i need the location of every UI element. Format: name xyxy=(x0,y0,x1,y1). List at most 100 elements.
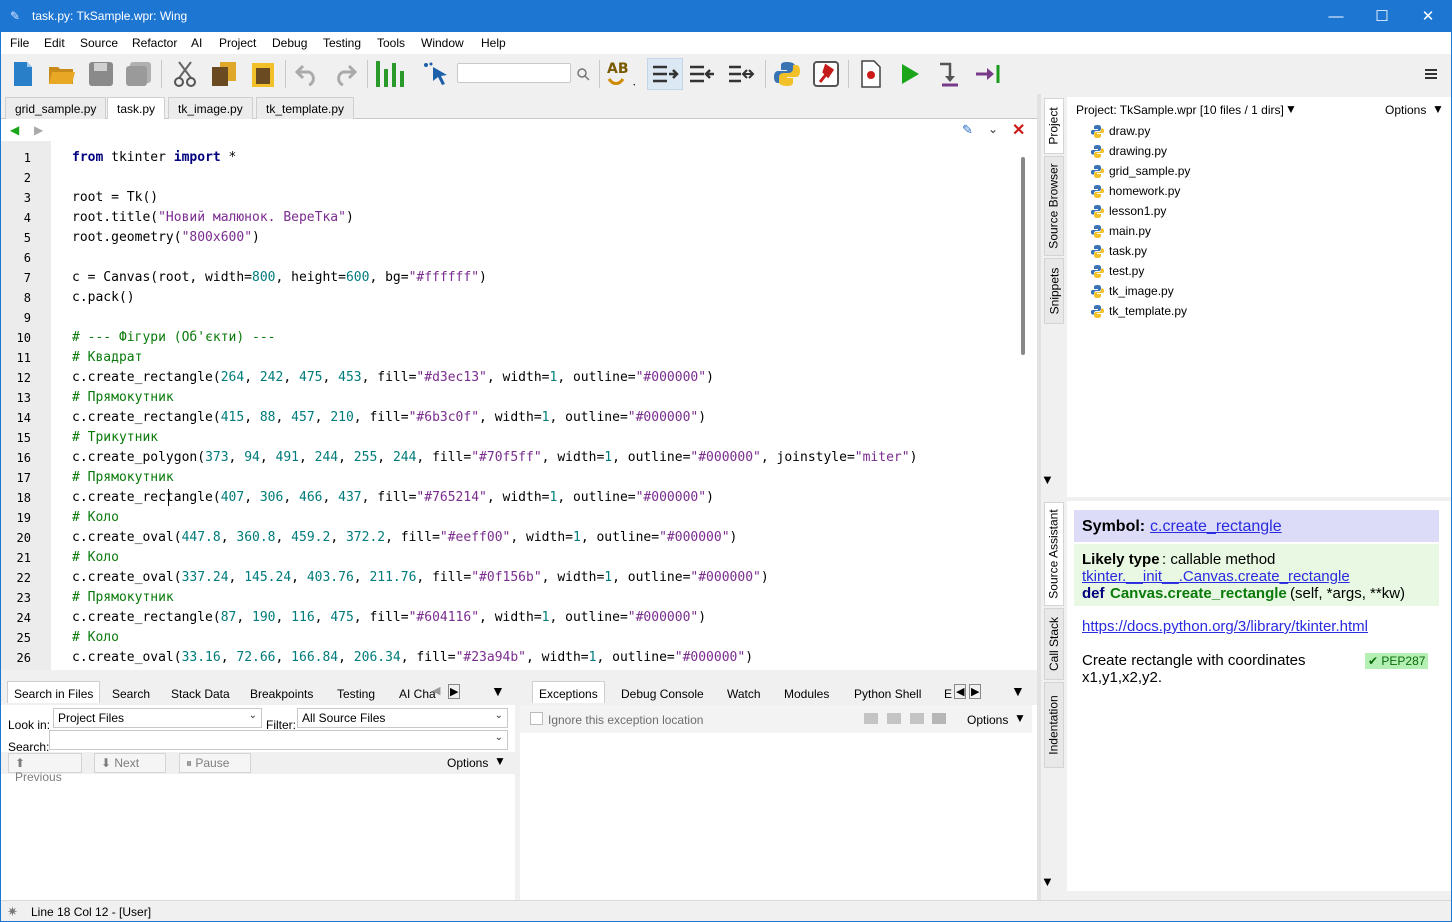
menu-edit[interactable]: Edit xyxy=(44,36,65,50)
code-line[interactable]: # Прямокутник xyxy=(72,390,174,405)
code-line[interactable]: # Прямокутник xyxy=(72,470,174,485)
history-back-icon[interactable]: ◀ xyxy=(10,123,19,137)
indent-block-icon[interactable] xyxy=(726,58,756,90)
tab-snippets[interactable]: Snippets xyxy=(1044,258,1064,324)
save-icon[interactable] xyxy=(86,58,116,90)
tab-search-in-files[interactable]: Search in Files xyxy=(7,681,101,703)
tab-exceptions[interactable]: Exceptions xyxy=(532,681,605,703)
redo-icon[interactable] xyxy=(330,58,360,90)
filter-select[interactable]: All Source Files ⌄ xyxy=(297,708,508,728)
project-file-item[interactable]: main.py xyxy=(1109,224,1151,238)
code-line[interactable]: # Коло xyxy=(72,510,119,525)
type-link[interactable]: tkinter.__init__.Canvas.create_rectangle xyxy=(1082,568,1350,585)
copy-icon[interactable] xyxy=(209,58,239,90)
step-into-icon[interactable] xyxy=(934,58,964,90)
undo-icon[interactable] xyxy=(292,58,322,90)
close-window-button[interactable]: ✕ xyxy=(1405,1,1451,32)
search-field[interactable]: ⌄ xyxy=(49,730,508,750)
project-file-item[interactable]: draw.py xyxy=(1109,124,1150,138)
code-line[interactable]: # Трикутник xyxy=(72,430,158,445)
tab-watch[interactable]: Watch xyxy=(720,681,768,703)
pane-options-arrow-icon[interactable]: ▼ xyxy=(491,683,505,699)
project-file-item[interactable]: grid_sample.py xyxy=(1109,164,1190,178)
menu-file[interactable]: File xyxy=(10,36,29,50)
code-line[interactable]: c.create_rectangle(415, 88, 457, 210, fi… xyxy=(72,410,706,425)
editor-vertical-scrollbar[interactable] xyxy=(1017,141,1031,670)
open-folder-icon[interactable] xyxy=(47,58,77,90)
tab-scroll-left-icon[interactable]: ◀ xyxy=(432,684,440,697)
tab-call-stack[interactable]: Call Stack xyxy=(1044,608,1064,680)
scrollbar-thumb[interactable] xyxy=(1021,157,1025,355)
code-line[interactable]: c.create_oval(337.24, 145.24, 403.76, 21… xyxy=(72,570,769,585)
tab-tk-image[interactable]: tk_image.py xyxy=(168,97,253,119)
menu-tools[interactable]: Tools xyxy=(377,36,405,50)
search-icon[interactable] xyxy=(571,58,595,90)
options-arrow-icon[interactable]: ▼ xyxy=(494,754,506,768)
code-line[interactable]: root = Tk() xyxy=(72,190,158,205)
tab-modules[interactable]: Modules xyxy=(777,681,836,703)
menu-window[interactable]: Window xyxy=(421,36,464,50)
next-button[interactable]: ⬇ Next xyxy=(94,753,166,773)
tab-scroll-right-icon[interactable]: ▶ xyxy=(448,684,461,699)
code-line[interactable]: c.create_oval(33.16, 72.66, 166.84, 206.… xyxy=(72,650,753,665)
menu-source[interactable]: Source xyxy=(80,36,118,50)
hamburger-menu-icon[interactable] xyxy=(1418,58,1444,90)
code-line[interactable]: # --- Фігури (Об'єкти) --- xyxy=(72,330,276,345)
code-line[interactable]: c.create_rectangle(264, 242, 475, 453, f… xyxy=(72,370,714,385)
project-options[interactable]: Options xyxy=(1385,103,1426,117)
history-forward-icon[interactable]: ▶ xyxy=(34,123,43,137)
exception-filter-icon[interactable] xyxy=(864,713,878,724)
menu-refactor[interactable]: Refactor xyxy=(132,36,177,50)
pane-options-arrow-icon[interactable]: ▼ xyxy=(1041,472,1054,487)
paste-icon[interactable] xyxy=(248,58,278,90)
project-file-item[interactable]: test.py xyxy=(1109,264,1144,278)
code-line[interactable]: c.create_polygon(373, 94, 491, 244, 255,… xyxy=(72,450,917,465)
exception-filter-icon[interactable] xyxy=(887,713,901,724)
project-file-item[interactable]: tk_image.py xyxy=(1109,284,1174,298)
exception-filter-icon[interactable] xyxy=(932,713,946,724)
code-line[interactable]: # Квадрат xyxy=(72,350,142,365)
outdent-icon[interactable] xyxy=(687,58,717,90)
menu-testing[interactable]: Testing xyxy=(323,36,361,50)
exception-filter-icon[interactable] xyxy=(910,713,924,724)
search-options[interactable]: Options xyxy=(447,756,488,770)
menu-project[interactable]: Project xyxy=(219,36,256,50)
code-line[interactable]: c.create_rectangle(87, 190, 116, 475, fi… xyxy=(72,610,706,625)
code-line[interactable]: from tkinter import * xyxy=(72,150,236,165)
project-file-item[interactable]: tk_template.py xyxy=(1109,304,1187,318)
close-editor-icon[interactable]: ✕ xyxy=(1012,120,1025,140)
tab-scroll-right-icon[interactable]: ▶ xyxy=(969,684,982,699)
options-arrow-icon[interactable]: ▼ xyxy=(1432,102,1444,116)
tab-task[interactable]: task.py xyxy=(107,97,166,120)
code-editor[interactable]: 1 2 3 4 5 6 7 8 9 10 11 12 13 14 15 16 17 18 19 20 21 22 23 24 2… xyxy=(1,141,1037,670)
select-pointer-icon[interactable] xyxy=(421,58,451,90)
options-arrow-icon[interactable]: ▼ xyxy=(1014,711,1026,725)
breakpoint-icon[interactable] xyxy=(856,58,886,90)
maximize-button[interactable]: ☐ xyxy=(1359,1,1405,32)
run-icon[interactable] xyxy=(895,58,925,90)
project-file-item[interactable]: task.py xyxy=(1109,244,1147,258)
code-line[interactable]: c.create_oval(447.8, 360.8, 459.2, 372.2… xyxy=(72,530,737,545)
project-file-item[interactable]: homework.py xyxy=(1109,184,1180,198)
exceptions-options[interactable]: Options xyxy=(967,713,1008,727)
new-file-icon[interactable] xyxy=(8,58,38,90)
pane-options-arrow-icon[interactable]: ▼ xyxy=(1041,874,1054,889)
chevron-down-icon[interactable]: ⌄ xyxy=(988,122,998,136)
save-all-icon[interactable] xyxy=(124,58,154,90)
tab-testing[interactable]: Testing xyxy=(330,681,382,703)
tab-source-assistant[interactable]: Source Assistant xyxy=(1044,502,1064,606)
pause-button[interactable]: ⏸ Pause xyxy=(179,753,251,773)
project-file-item[interactable]: drawing.py xyxy=(1109,144,1167,158)
pane-options-arrow-icon[interactable]: ▼ xyxy=(1011,683,1025,699)
indent-guides-icon[interactable] xyxy=(374,58,404,90)
tab-breakpoints[interactable]: Breakpoints xyxy=(243,681,320,703)
tab-source-browser[interactable]: Source Browser xyxy=(1044,156,1064,256)
debug-settings-icon[interactable] xyxy=(811,58,841,90)
doc-link[interactable]: https://docs.python.org/3/library/tkinte… xyxy=(1082,618,1368,635)
toolbar-search-input[interactable] xyxy=(457,63,571,83)
ignore-exception-checkbox[interactable] xyxy=(530,712,543,725)
menu-debug[interactable]: Debug xyxy=(272,36,307,50)
tab-scroll-left-icon[interactable]: ◀ xyxy=(954,684,967,699)
tab-grid-sample[interactable]: grid_sample.py xyxy=(5,97,107,119)
project-file-item[interactable]: lesson1.py xyxy=(1109,204,1166,218)
